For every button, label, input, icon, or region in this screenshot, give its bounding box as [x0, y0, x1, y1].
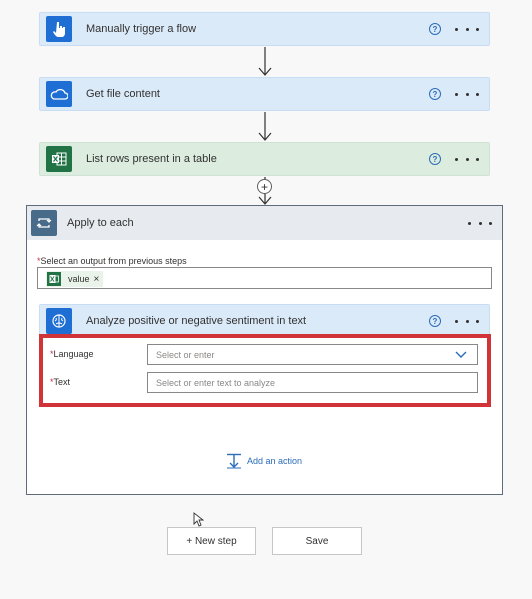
step-title: Get file content [86, 88, 160, 100]
excel-icon [46, 146, 72, 172]
step-title: Manually trigger a flow [86, 23, 197, 35]
apply-to-each-title: Apply to each [67, 217, 134, 229]
connector-arrow [258, 112, 272, 141]
add-action-icon [227, 453, 241, 469]
loop-icon [31, 210, 57, 236]
action-analyze-sentiment[interactable]: Analyze positive or negative sentiment i… [39, 304, 490, 338]
insert-step-button[interactable]: + [257, 179, 272, 194]
more-options-icon[interactable] [455, 92, 479, 96]
step-get-file-content[interactable]: Get file content ? [39, 77, 490, 111]
new-step-label: + New step [186, 535, 237, 547]
action-title: Analyze positive or negative sentiment i… [86, 315, 307, 327]
remove-token-icon[interactable]: × [94, 274, 100, 285]
add-action-link[interactable]: Add an action [226, 453, 302, 469]
step-title: List rows present in a table [86, 153, 217, 165]
touch-icon [46, 16, 72, 42]
apply-to-each-header[interactable]: Apply to each [27, 206, 502, 240]
highlight-box [39, 334, 491, 407]
add-action-label: Add an action [247, 456, 303, 466]
help-icon[interactable]: ? [429, 88, 441, 100]
help-icon[interactable]: ? [429, 315, 441, 327]
help-icon[interactable]: ? [429, 23, 441, 35]
excel-icon [47, 272, 61, 286]
help-icon[interactable]: ? [429, 153, 441, 165]
save-button[interactable]: Save [272, 527, 362, 555]
save-label: Save [305, 535, 329, 547]
plus-icon: + [260, 179, 268, 194]
onedrive-icon [46, 81, 72, 107]
more-options-icon[interactable] [455, 319, 479, 323]
mouse-cursor-icon [193, 512, 204, 527]
more-options-icon[interactable] [455, 157, 479, 161]
brain-icon [46, 308, 72, 334]
step-list-rows[interactable]: List rows present in a table ? [39, 142, 490, 176]
connector-arrow [258, 47, 272, 76]
more-options-icon[interactable] [455, 27, 479, 31]
select-output-label: *Select an output from previous steps [37, 256, 187, 266]
value-token[interactable]: value × [46, 271, 104, 287]
new-step-button[interactable]: + New step [167, 527, 256, 555]
step-manual-trigger[interactable]: Manually trigger a flow ? [39, 12, 490, 46]
select-output-field[interactable]: value × [37, 267, 492, 289]
token-label: value [68, 274, 90, 284]
more-options-icon[interactable] [468, 221, 492, 225]
